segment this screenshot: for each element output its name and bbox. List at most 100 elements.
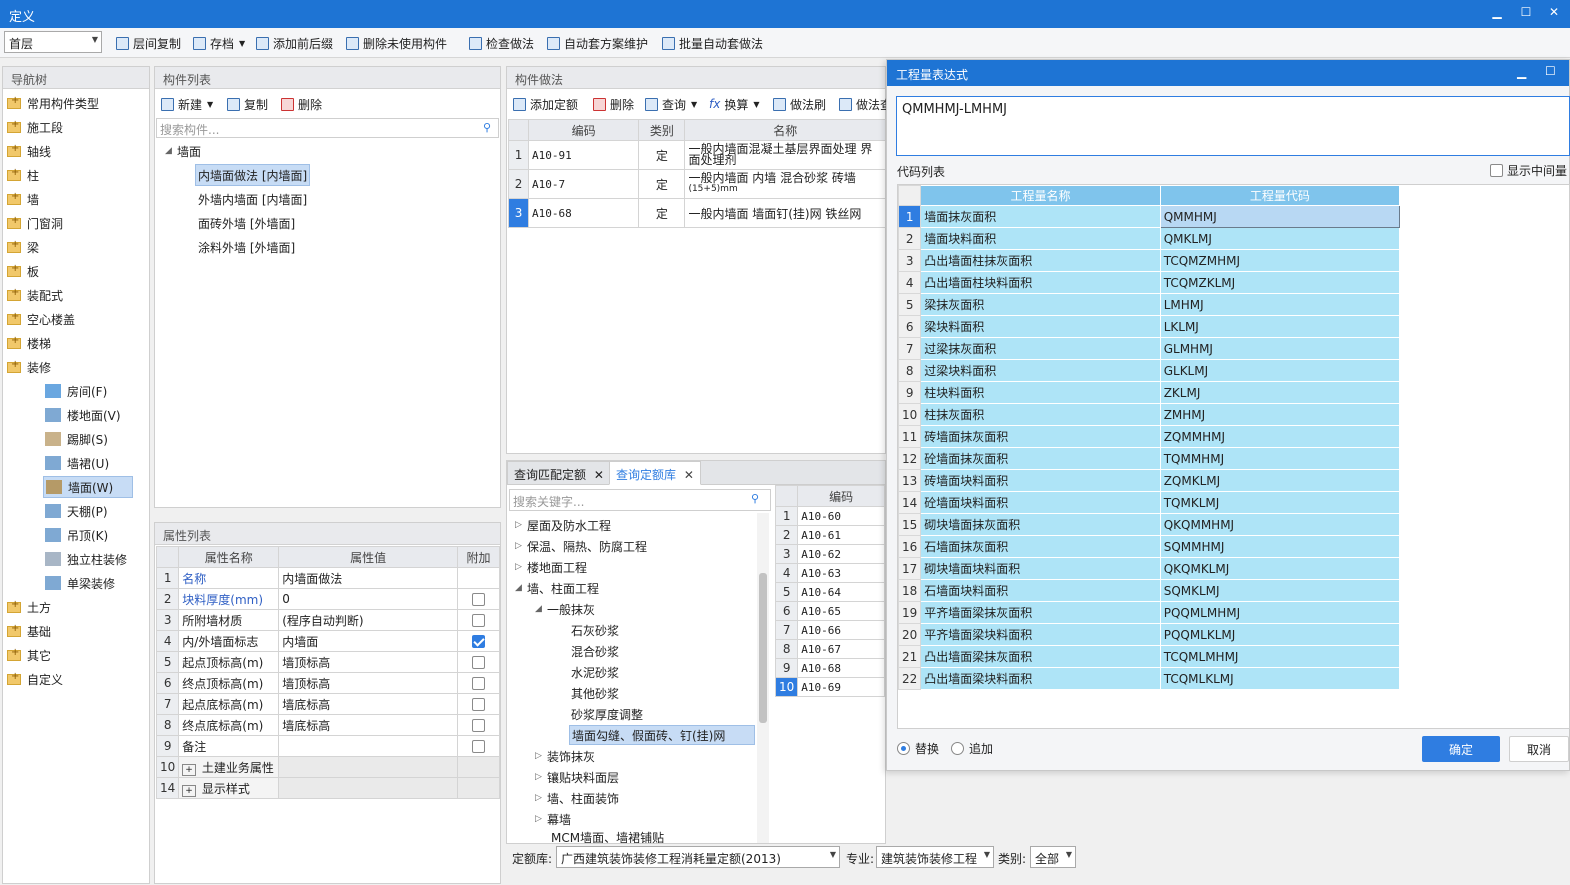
minimize-icon[interactable]: ▁ — [1517, 65, 1526, 79]
table-row[interactable]: 7 过梁抹灰面积 GLMHMJ — [897, 337, 1401, 360]
close-icon[interactable]: ✕ — [684, 468, 694, 482]
table-row[interactable]: 4 内/外墙面标志 内墙面 — [155, 630, 500, 652]
table-row[interactable]: 21 凸出墙面梁抹灰面积 TCQMLMHMJ — [897, 645, 1401, 668]
table-row[interactable]: 9 柱块料面积 ZKLMJ — [897, 381, 1401, 404]
extra-checkbox[interactable] — [472, 698, 486, 711]
nav-subitem-selected[interactable]: 墙面(W) — [43, 476, 133, 498]
table-row[interactable]: 10 柱抹灰面积 ZMHMJ — [897, 403, 1401, 426]
nav-item[interactable]: 梁 — [7, 237, 39, 257]
table-row-selected[interactable]: 10 A10-69 — [774, 677, 885, 697]
nav-item[interactable]: 装配式 — [7, 285, 63, 305]
table-row[interactable]: 17 砌块墙面块料面积 QKQMKLMJ — [897, 557, 1401, 580]
archive-button[interactable]: 存档 ▼ — [193, 34, 245, 52]
extra-checkbox[interactable] — [472, 719, 486, 732]
extra-checkbox[interactable] — [472, 614, 486, 627]
scrollbar-thumb[interactable] — [759, 573, 767, 723]
table-row[interactable]: 1 A10-60 — [774, 506, 885, 526]
table-row[interactable]: 16 石墙面抹灰面积 SQMMHMJ — [897, 535, 1401, 558]
prop-value[interactable]: 墙底标高 — [278, 693, 459, 715]
table-row[interactable]: 7 起点底标高(m) 墙底标高 — [155, 693, 500, 715]
delete-quota-button[interactable]: 删除 — [593, 95, 634, 113]
table-row[interactable]: 4 A10-63 — [774, 563, 885, 583]
table-row[interactable]: 3 所附墙材质 (程序自动判断) — [155, 609, 500, 631]
quota-tree-item[interactable]: ◢ 墙、柱面工程 — [515, 578, 599, 598]
replace-radio[interactable]: 替换 — [897, 740, 939, 757]
prop-value[interactable]: 内墙面做法 — [278, 567, 459, 589]
nav-item[interactable]: 轴线 — [7, 141, 51, 161]
quota-tree-item[interactable]: ▷ 幕墙 — [535, 809, 571, 829]
extra-checkbox-checked[interactable] — [472, 635, 486, 648]
category-select[interactable]: 全部 ▼ — [1030, 846, 1076, 868]
extra-checkbox[interactable] — [472, 740, 486, 753]
checkbox[interactable] — [1490, 164, 1503, 177]
nav-subitem[interactable]: 房间(F) — [45, 381, 107, 401]
new-component-button[interactable]: 新建 ▼ — [161, 95, 213, 113]
quota-tree-leaf[interactable]: 混合砂浆 — [571, 641, 619, 661]
table-row[interactable]: 18 石墙面块料面积 SQMKLMJ — [897, 579, 1401, 602]
quota-tree-leaf[interactable]: 其他砂浆 — [571, 683, 619, 703]
component-item-selected[interactable]: 内墙面做法 [内墙面] — [195, 164, 311, 186]
convert-button[interactable]: fx 换算 ▼ — [709, 95, 760, 113]
tab-match-quota[interactable]: 查询匹配定额 ✕ — [507, 461, 611, 485]
check-method-button[interactable]: 检查做法 — [469, 34, 534, 52]
nav-subitem[interactable]: 天棚(P) — [45, 501, 108, 521]
table-row[interactable]: 6 梁块料面积 LKLMJ — [897, 315, 1401, 338]
prop-value[interactable]: (程序自动判断) — [278, 609, 459, 631]
quota-tree-leaf[interactable]: 砂浆厚度调整 — [571, 704, 643, 724]
search-icon[interactable]: ⚲ — [483, 121, 491, 134]
quota-tree-leaf-selected[interactable]: 墙面勾缝、假面砖、钉(挂)网 — [569, 725, 755, 745]
nav-item[interactable]: 常用构件类型 — [7, 93, 99, 113]
quota-tree-item[interactable]: ◢ 一般抹灰 — [535, 599, 595, 619]
prop-value[interactable]: 0 — [278, 588, 459, 610]
table-row-selected[interactable]: 1 墙面抹灰面积 QMMHMJ — [897, 205, 1401, 228]
cancel-button[interactable]: 取消 — [1509, 736, 1569, 762]
show-intermediate-checkbox[interactable]: 显示中间量 — [1490, 162, 1567, 179]
nav-item[interactable]: 墙 — [7, 189, 39, 209]
component-item[interactable]: 面砖外墙 [外墙面] — [198, 213, 295, 233]
table-row[interactable]: 22 凸出墙面梁块料面积 TCQMLKLMJ — [897, 667, 1401, 690]
table-row[interactable]: 7 A10-66 — [774, 620, 885, 640]
nav-item[interactable]: 板 — [7, 261, 39, 281]
expand-icon[interactable]: + — [182, 784, 196, 797]
quota-tree-item[interactable]: ▷ 装饰抹灰 — [535, 746, 595, 766]
table-row[interactable]: 19 平齐墙面梁抹灰面积 PQQMLMHMJ — [897, 601, 1401, 624]
table-row-group[interactable]: 14 + 显示样式 — [155, 777, 500, 799]
table-row-selected[interactable]: 3 A10-68 定一般内墙面 墙面钉(挂)网 铁丝网 — [507, 198, 886, 228]
table-row[interactable]: 4 凸出墙面柱块料面积 TCQMZKLMJ — [897, 271, 1401, 294]
maximize-icon[interactable]: ☐ — [1545, 64, 1556, 78]
table-row[interactable]: 6 A10-65 — [774, 601, 885, 621]
component-tree-root[interactable]: ◢ 墙面 — [165, 141, 201, 161]
table-row[interactable]: 2 墙面块料面积 QMKLMJ — [897, 227, 1401, 250]
nav-item[interactable]: 楼梯 — [7, 333, 51, 353]
tab-quota-library[interactable]: 查询定额库 ✕ — [609, 461, 701, 485]
expand-icon[interactable]: + — [182, 763, 196, 776]
nav-subitem[interactable]: 墙裙(U) — [45, 453, 109, 473]
ok-button[interactable]: 确定 — [1422, 736, 1500, 762]
search-icon[interactable]: ⚲ — [751, 492, 759, 505]
quota-tree-item[interactable]: ▷ 墙、柱面装饰 — [535, 788, 619, 808]
component-item[interactable]: 涂料外墙 [外墙面] — [198, 237, 295, 257]
table-row[interactable]: 12 砼墙面抹灰面积 TQMMHMJ — [897, 447, 1401, 470]
nav-subitem[interactable]: 楼地面(V) — [45, 405, 121, 425]
quota-tree-leaf[interactable]: 水泥砂浆 — [571, 662, 619, 682]
nav-subitem[interactable]: 吊顶(K) — [45, 525, 108, 545]
append-radio[interactable]: 追加 — [951, 740, 993, 757]
table-row[interactable]: 1 名称 内墙面做法 — [155, 567, 500, 589]
table-row[interactable]: 14 砼墙面块料面积 TQMKLMJ — [897, 491, 1401, 514]
table-row[interactable]: 15 砌块墙面抹灰面积 QKQMMHMJ — [897, 513, 1401, 536]
add-quota-button[interactable]: 添加定额 — [513, 95, 578, 113]
table-row[interactable]: 5 梁抹灰面积 LMHMJ — [897, 293, 1401, 316]
nav-item[interactable]: 装修 — [7, 357, 51, 377]
table-row[interactable]: 8 过梁块料面积 GLKLMJ — [897, 359, 1401, 382]
table-row[interactable]: 3 凸出墙面柱抹灰面积 TCQMZMHMJ — [897, 249, 1401, 272]
close-icon[interactable]: ✕ — [1544, 5, 1564, 19]
nav-item[interactable]: 空心楼盖 — [7, 309, 75, 329]
minimize-icon[interactable]: ▁ — [1487, 5, 1507, 19]
maximize-icon[interactable]: ☐ — [1516, 5, 1536, 19]
nav-item[interactable]: 其它 — [7, 645, 51, 665]
nav-item[interactable]: 施工段 — [7, 117, 63, 137]
quota-tree-item[interactable]: ▷ 屋面及防水工程 — [515, 515, 611, 535]
quota-search-input[interactable]: 搜索关键字... — [509, 489, 771, 511]
table-row[interactable]: 3 A10-62 — [774, 544, 885, 564]
extra-checkbox[interactable] — [472, 656, 486, 669]
